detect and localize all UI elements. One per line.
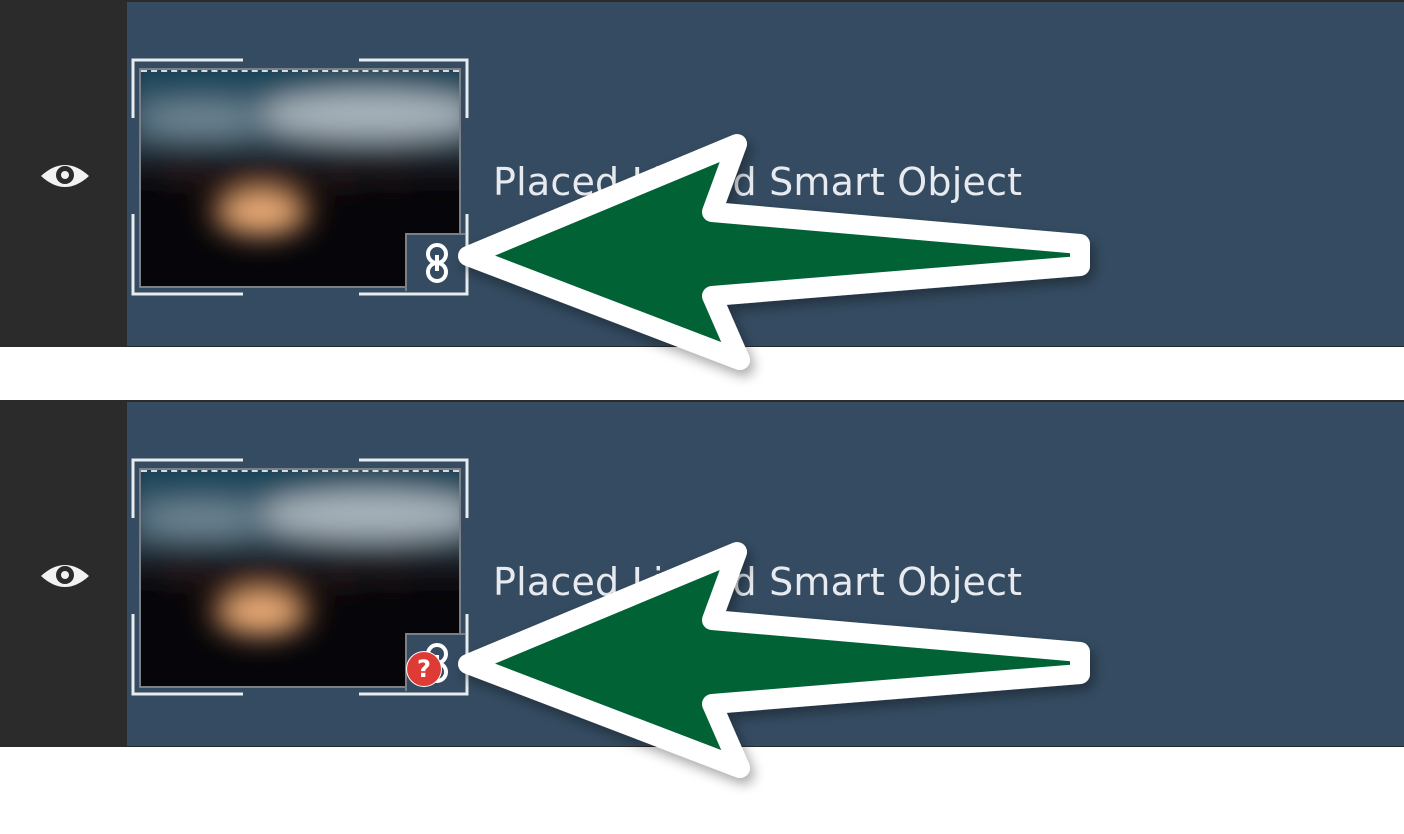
missing-link-badge: ? — [407, 652, 441, 686]
visibility-column — [0, 402, 127, 746]
eye-icon[interactable] — [38, 156, 92, 196]
thumbnail-selection-dash — [141, 70, 459, 72]
link-badge — [405, 233, 465, 291]
layer-name[interactable]: Placed Linked Smart Object — [493, 560, 1022, 604]
eye-icon[interactable] — [38, 556, 92, 596]
layer-thumbnail-frame[interactable]: ? — [131, 458, 469, 696]
visibility-column — [0, 2, 127, 346]
thumbnail-selection-dash — [141, 470, 459, 472]
layer-thumbnail-frame[interactable] — [131, 58, 469, 296]
layer-name[interactable]: Placed Linked Smart Object — [493, 160, 1022, 204]
linked-chain-icon — [426, 243, 448, 283]
layer-row[interactable]: ? Placed Linked Smart Object — [0, 400, 1404, 747]
layer-row[interactable]: Placed Linked Smart Object — [0, 0, 1404, 347]
